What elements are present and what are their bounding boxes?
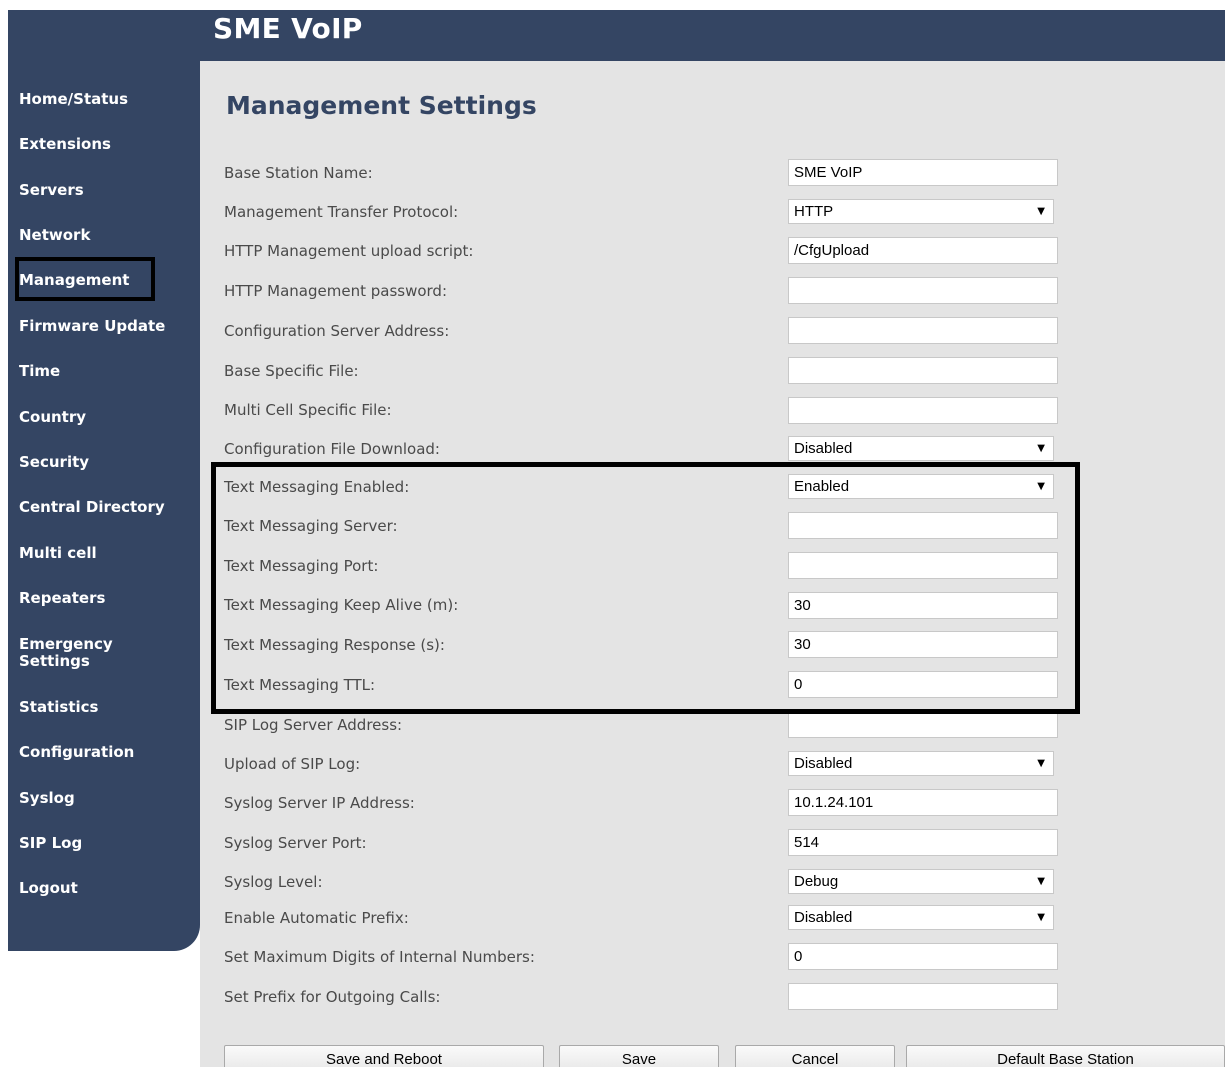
- text-messaging-keep-alive-input[interactable]: 30: [788, 592, 1058, 619]
- automatic-prefix-label: Enable Automatic Prefix:: [224, 909, 409, 927]
- sidebar-item-country[interactable]: Country: [19, 409, 86, 426]
- text-messaging-keep-alive-label: Text Messaging Keep Alive (m):: [224, 596, 459, 614]
- config-server-address-input[interactable]: [788, 317, 1058, 344]
- management-password-input[interactable]: [788, 277, 1058, 304]
- upload-sip-log-label: Upload of SIP Log:: [224, 755, 361, 773]
- syslog-level-value: Debug: [794, 873, 839, 890]
- sidebar-item-time[interactable]: Time: [19, 363, 60, 380]
- text-messaging-response-label: Text Messaging Response (s):: [224, 636, 445, 654]
- cancel-button[interactable]: Cancel: [735, 1045, 895, 1067]
- header-bar: [8, 10, 1225, 61]
- text-messaging-port-label: Text Messaging Port:: [224, 557, 379, 575]
- syslog-server-ip-label: Syslog Server IP Address:: [224, 794, 415, 812]
- save-button[interactable]: Save: [559, 1045, 719, 1067]
- text-messaging-server-input[interactable]: [788, 512, 1058, 539]
- sidebar-item-extensions[interactable]: Extensions: [19, 136, 111, 153]
- max-digits-input[interactable]: 0: [788, 943, 1058, 970]
- upload-script-input[interactable]: /CfgUpload: [788, 237, 1058, 264]
- sidebar-item-emergency-settings[interactable]: Emergency Settings: [19, 636, 169, 670]
- syslog-server-ip-input[interactable]: 10.1.24.101: [788, 789, 1058, 816]
- sidebar-item-syslog[interactable]: Syslog: [19, 790, 75, 807]
- base-specific-file-label: Base Specific File:: [224, 362, 359, 380]
- outgoing-prefix-label: Set Prefix for Outgoing Calls:: [224, 988, 441, 1006]
- app-title: SME VoIP: [213, 12, 363, 45]
- sidebar-item-multi-cell[interactable]: Multi cell: [19, 545, 97, 562]
- upload-script-label: HTTP Management upload script:: [224, 242, 474, 260]
- automatic-prefix-select[interactable]: Disabled ▼: [788, 905, 1054, 930]
- text-messaging-enabled-label: Text Messaging Enabled:: [224, 478, 410, 496]
- base-station-name-label: Base Station Name:: [224, 164, 373, 182]
- sip-log-server-input[interactable]: [788, 711, 1058, 738]
- sidebar-item-network[interactable]: Network: [19, 227, 90, 244]
- sidebar-item-central-directory[interactable]: Central Directory: [19, 499, 165, 516]
- max-digits-label: Set Maximum Digits of Internal Numbers:: [224, 948, 535, 966]
- dropdown-arrow-icon: ▼: [1037, 206, 1045, 217]
- sidebar-item-configuration[interactable]: Configuration: [19, 744, 134, 761]
- syslog-server-port-input[interactable]: 514: [788, 829, 1058, 856]
- syslog-level-select[interactable]: Debug ▼: [788, 869, 1054, 894]
- sip-log-server-label: SIP Log Server Address:: [224, 716, 403, 734]
- sidebar-item-statistics[interactable]: Statistics: [19, 699, 98, 716]
- dropdown-arrow-icon: ▼: [1037, 912, 1045, 923]
- multi-cell-file-input[interactable]: [788, 397, 1058, 424]
- text-messaging-enabled-value: Enabled: [794, 478, 850, 495]
- text-messaging-enabled-select[interactable]: Enabled ▼: [788, 474, 1054, 499]
- management-password-label: HTTP Management password:: [224, 282, 448, 300]
- outgoing-prefix-input[interactable]: [788, 983, 1058, 1010]
- transfer-protocol-select[interactable]: HTTP ▼: [788, 199, 1054, 224]
- dropdown-arrow-icon: ▼: [1037, 758, 1045, 769]
- transfer-protocol-value: HTTP: [794, 203, 834, 220]
- upload-sip-log-select[interactable]: Disabled ▼: [788, 751, 1054, 776]
- multi-cell-file-label: Multi Cell Specific File:: [224, 401, 392, 419]
- sidebar-item-security[interactable]: Security: [19, 454, 89, 471]
- transfer-protocol-label: Management Transfer Protocol:: [224, 203, 459, 221]
- sidebar-item-home-status[interactable]: Home/Status: [19, 91, 128, 108]
- dropdown-arrow-icon: ▼: [1037, 443, 1045, 454]
- base-specific-file-input[interactable]: [788, 357, 1058, 384]
- config-server-address-label: Configuration Server Address:: [224, 322, 450, 340]
- text-messaging-response-input[interactable]: 30: [788, 631, 1058, 658]
- sidebar-item-management[interactable]: Management: [19, 272, 129, 289]
- config-file-download-label: Configuration File Download:: [224, 440, 440, 458]
- default-base-station-button[interactable]: Default Base Station: [906, 1045, 1225, 1067]
- text-messaging-server-label: Text Messaging Server:: [224, 517, 398, 535]
- dropdown-arrow-icon: ▼: [1037, 876, 1045, 887]
- text-messaging-ttl-input[interactable]: 0: [788, 671, 1058, 698]
- sidebar-item-logout[interactable]: Logout: [19, 880, 78, 897]
- syslog-server-port-label: Syslog Server Port:: [224, 834, 367, 852]
- syslog-level-label: Syslog Level:: [224, 873, 323, 891]
- text-messaging-port-input[interactable]: [788, 552, 1058, 579]
- text-messaging-ttl-label: Text Messaging TTL:: [224, 676, 376, 694]
- config-file-download-value: Disabled: [794, 440, 853, 457]
- sidebar-item-repeaters[interactable]: Repeaters: [19, 590, 105, 607]
- base-station-name-input[interactable]: SME VoIP: [788, 159, 1058, 186]
- dropdown-arrow-icon: ▼: [1037, 481, 1045, 492]
- page-title: Management Settings: [226, 91, 537, 120]
- config-file-download-select[interactable]: Disabled ▼: [788, 436, 1054, 461]
- sidebar-item-servers[interactable]: Servers: [19, 182, 84, 199]
- sidebar-item-sip-log[interactable]: SIP Log: [19, 835, 82, 852]
- upload-sip-log-value: Disabled: [794, 755, 853, 772]
- automatic-prefix-value: Disabled: [794, 909, 853, 926]
- sidebar-item-firmware-update[interactable]: Firmware Update: [19, 318, 165, 335]
- save-and-reboot-button[interactable]: Save and Reboot: [224, 1045, 544, 1067]
